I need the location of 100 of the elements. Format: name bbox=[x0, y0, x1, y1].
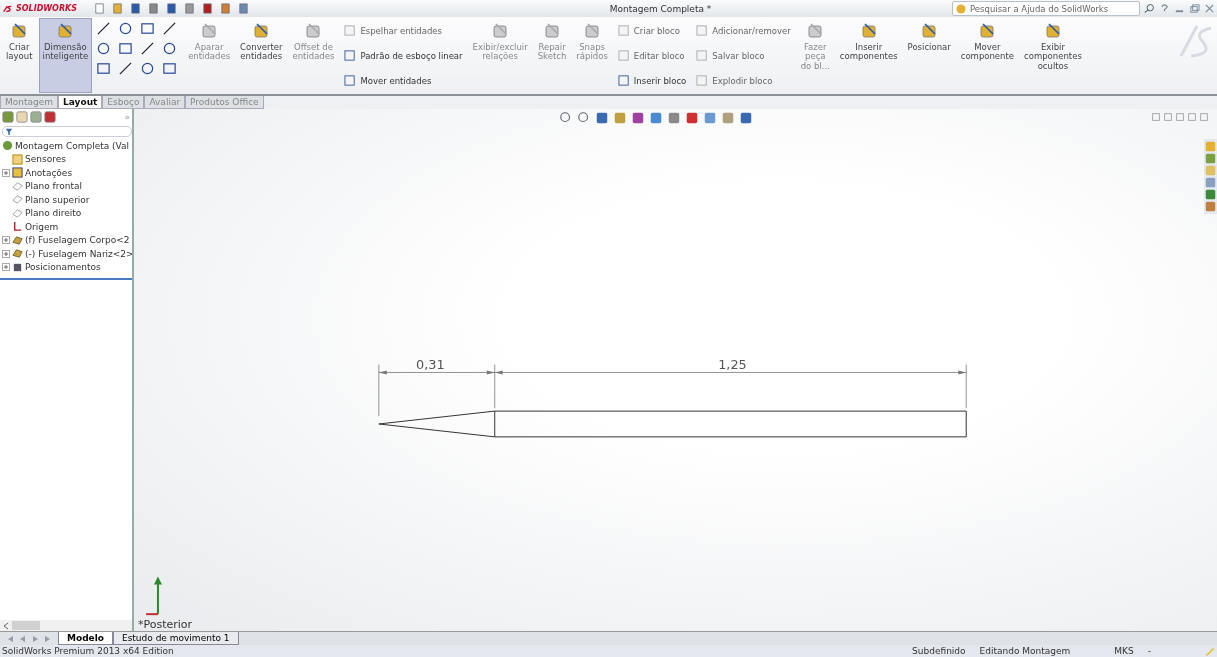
panel-tab-icon[interactable] bbox=[44, 111, 56, 123]
tree-item[interactable]: Anotações bbox=[0, 166, 132, 180]
tree-item[interactable]: Plano direito bbox=[0, 206, 132, 220]
view-toolbar-icon[interactable] bbox=[739, 111, 753, 125]
feature-icon bbox=[12, 261, 23, 273]
ribbon-button[interactable]: Inserir componentes bbox=[835, 18, 902, 93]
feature-icon bbox=[12, 167, 23, 179]
view-toolbar-icon[interactable] bbox=[721, 111, 735, 125]
task-pane-icon[interactable] bbox=[1205, 201, 1216, 212]
view-toolbar-icon[interactable] bbox=[595, 111, 609, 125]
view-toolbar-icon[interactable] bbox=[613, 111, 627, 125]
expand-toggle[interactable] bbox=[2, 263, 10, 272]
ribbon-button[interactable]: Criar layout bbox=[2, 18, 37, 93]
help-icon bbox=[956, 3, 966, 14]
ribbon-button[interactable]: Inserir bloco bbox=[617, 74, 687, 87]
task-pane-icon[interactable] bbox=[1205, 177, 1216, 188]
status-text: SolidWorks Premium 2013 x64 Edition bbox=[2, 646, 174, 656]
app-name: SOLIDWORKS bbox=[16, 4, 78, 13]
feature-icon bbox=[12, 207, 23, 219]
sketch-tool-icon[interactable] bbox=[96, 21, 112, 36]
dimension-value[interactable]: 1,25 bbox=[718, 356, 747, 372]
help-search-field[interactable]: Pesquisar a Ajuda do SolidWorks bbox=[952, 1, 1140, 16]
view-name: *Posterior bbox=[138, 618, 193, 631]
sketch-tool-icon[interactable] bbox=[118, 21, 134, 36]
expand-toggle[interactable] bbox=[2, 236, 10, 245]
tree-item[interactable]: (-) Fuselagem Nariz<2> bbox=[0, 247, 132, 261]
ribbon-button[interactable]: Converter entidades bbox=[236, 18, 287, 93]
block-icon bbox=[696, 74, 710, 87]
quick-access-icon[interactable] bbox=[148, 3, 159, 14]
tree-item[interactable]: Sensores bbox=[0, 152, 132, 166]
restore-icon[interactable] bbox=[1189, 3, 1200, 14]
scroll-left-icon[interactable] bbox=[3, 621, 9, 630]
sketch-tool-icon[interactable] bbox=[162, 41, 178, 56]
ribbon-tab[interactable]: Layout bbox=[58, 96, 103, 109]
quick-access-icon[interactable] bbox=[220, 3, 231, 14]
task-pane-icon[interactable] bbox=[1205, 153, 1216, 164]
view-toolbar-icon[interactable] bbox=[559, 111, 573, 125]
sketch-tool-icon[interactable] bbox=[96, 41, 112, 56]
quick-access-icon[interactable] bbox=[130, 3, 141, 14]
ribbon-button[interactable]: Exibir componentes ocultos bbox=[1020, 18, 1086, 93]
block-icon bbox=[617, 24, 631, 37]
view-toolbar-icon[interactable] bbox=[577, 111, 591, 125]
status-text: Editando Montagem bbox=[979, 646, 1071, 656]
tree-item[interactable]: Posicionamentos bbox=[0, 260, 132, 274]
view-toolbar-icon[interactable] bbox=[667, 111, 681, 125]
model-tab[interactable]: Modelo bbox=[58, 632, 113, 645]
status-text: Subdefinido bbox=[912, 646, 966, 656]
task-pane-icon[interactable] bbox=[1205, 189, 1216, 200]
axis-triad-icon bbox=[145, 576, 162, 616]
quick-access-icon[interactable] bbox=[202, 3, 213, 14]
search-icon[interactable] bbox=[1144, 3, 1155, 14]
feature-icon bbox=[12, 153, 23, 165]
tool-icon bbox=[542, 21, 562, 41]
units-menu[interactable]: MKS bbox=[1114, 646, 1134, 656]
quick-access-icon[interactable] bbox=[238, 3, 249, 14]
ribbon-button[interactable]: Mover componente bbox=[956, 18, 1019, 93]
expand-toggle[interactable] bbox=[2, 249, 10, 258]
view-toolbar-icon[interactable] bbox=[649, 111, 663, 125]
assembly-icon bbox=[2, 140, 13, 152]
tree-item[interactable]: Plano superior bbox=[0, 193, 132, 207]
feature-icon bbox=[12, 234, 23, 246]
ribbon-button[interactable]: Padrão de esboço linear bbox=[344, 49, 463, 62]
block-icon bbox=[344, 74, 358, 87]
ribbon-button[interactable]: Posicionar bbox=[903, 18, 955, 93]
panel-tab-icon[interactable] bbox=[2, 111, 14, 123]
help-menu-icon[interactable] bbox=[1159, 3, 1170, 14]
view-toolbar-icon[interactable] bbox=[631, 111, 645, 125]
sketch-tool-icon[interactable] bbox=[162, 21, 178, 36]
ribbon-button[interactable]: Dimensão inteligente bbox=[38, 18, 93, 93]
sketch-tool-icon[interactable] bbox=[140, 41, 156, 56]
filter-field[interactable] bbox=[2, 126, 132, 137]
block-icon bbox=[696, 24, 710, 37]
view-toolbar-icon[interactable] bbox=[685, 111, 699, 125]
filter-icon bbox=[5, 127, 13, 136]
tree-item[interactable]: Origem bbox=[0, 220, 132, 234]
sketch-tool-icon[interactable] bbox=[118, 61, 134, 76]
feature-icon bbox=[12, 221, 23, 233]
view-toolbar-icon[interactable] bbox=[703, 111, 717, 125]
block-icon bbox=[617, 49, 631, 62]
quick-access-icon[interactable] bbox=[112, 3, 123, 14]
quick-access-icon[interactable] bbox=[184, 3, 195, 14]
horizontal-scrollbar[interactable] bbox=[0, 620, 132, 631]
feature-icon bbox=[12, 248, 23, 260]
tree-item[interactable]: Plano frontal bbox=[0, 179, 132, 193]
ribbon-button[interactable]: Mover entidades bbox=[344, 74, 463, 87]
panel-tab-icon[interactable] bbox=[30, 111, 42, 123]
status-text: - bbox=[1147, 646, 1151, 656]
quick-access-icon[interactable] bbox=[166, 3, 177, 14]
model-tab[interactable]: Estudo de movimento 1 bbox=[112, 632, 239, 645]
block-icon bbox=[696, 49, 710, 62]
block-icon bbox=[617, 74, 631, 87]
expand-toggle[interactable] bbox=[2, 168, 10, 177]
close-icon[interactable] bbox=[1204, 3, 1215, 14]
block-icon bbox=[344, 24, 358, 37]
tree-item[interactable]: (f) Fuselagem Corpo<2 bbox=[0, 233, 132, 247]
sketch-tool-icon[interactable] bbox=[140, 61, 156, 76]
tree-item[interactable]: Montagem Completa (Val bbox=[0, 139, 132, 153]
dimension-value[interactable]: 0,31 bbox=[416, 356, 445, 372]
block-icon bbox=[344, 49, 358, 62]
panel-tab-icon[interactable] bbox=[16, 111, 28, 123]
